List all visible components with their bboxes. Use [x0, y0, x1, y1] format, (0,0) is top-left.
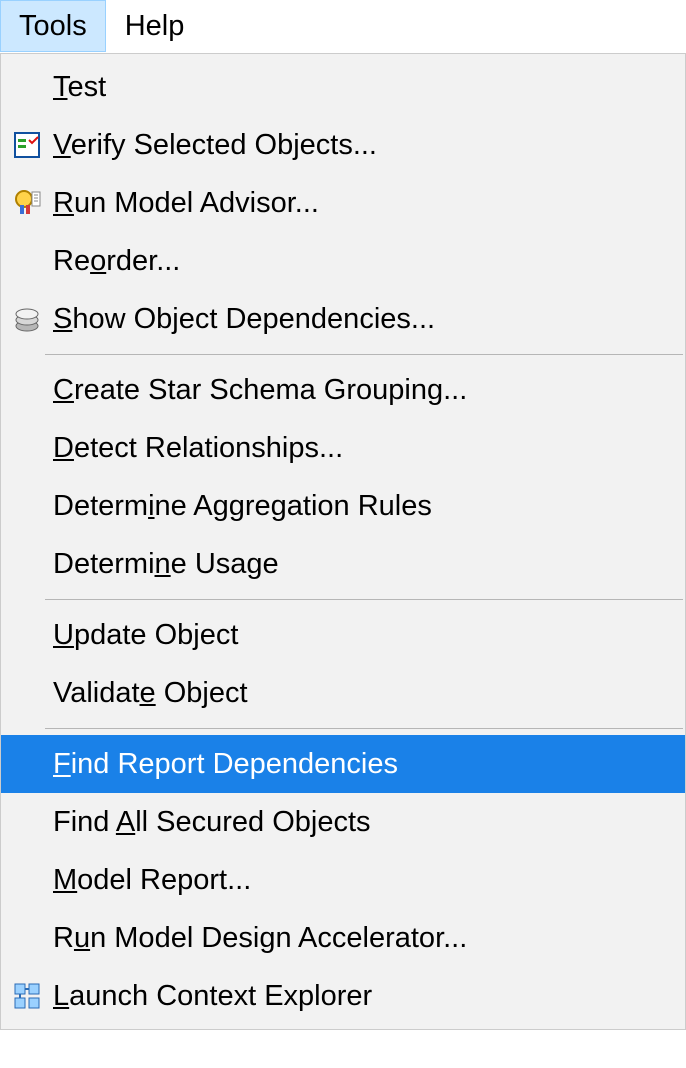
- menu-item-label: Model Report...: [47, 864, 251, 897]
- menu-item-label: Update Object: [47, 619, 238, 652]
- menu-item-showdep[interactable]: Show Object Dependencies...: [1, 290, 685, 348]
- menubar-item-help[interactable]: Help: [106, 0, 204, 52]
- menu-item-label: Run Model Design Accelerator...: [47, 922, 467, 955]
- menu-item-verify[interactable]: Verify Selected Objects...: [1, 116, 685, 174]
- menu-item-launchctx[interactable]: Launch Context Explorer: [1, 967, 685, 1025]
- menu-item-modelrep[interactable]: Model Report...: [1, 851, 685, 909]
- menubar-item-label: Tools: [19, 10, 87, 43]
- tools-dropdown-menu: Test Verify Selected Objects... Run Mode…: [0, 53, 686, 1030]
- menubar-item-label: Help: [125, 10, 185, 43]
- menu-item-rundesign[interactable]: Run Model Design Accelerator...: [1, 909, 685, 967]
- advisor-icon: [7, 188, 47, 218]
- menu-item-valobj[interactable]: Validate Object: [1, 664, 685, 722]
- menubar: Tools Help: [0, 0, 686, 53]
- menu-item-label: Validate Object: [47, 677, 248, 710]
- menu-item-test[interactable]: Test: [1, 58, 685, 116]
- menu-item-detusage[interactable]: Determine Usage: [1, 535, 685, 593]
- menu-item-detagg[interactable]: Determine Aggregation Rules: [1, 477, 685, 535]
- menu-separator: [45, 599, 683, 600]
- menu-item-label: Show Object Dependencies...: [47, 303, 435, 336]
- menu-item-label: Verify Selected Objects...: [47, 129, 377, 162]
- context-icon: [7, 981, 47, 1011]
- menu-item-label: Test: [47, 71, 106, 104]
- menu-item-updobj[interactable]: Update Object: [1, 606, 685, 664]
- menu-item-label: Detect Relationships...: [47, 432, 343, 465]
- menu-item-label: Reorder...: [47, 245, 180, 278]
- menu-item-detectrel[interactable]: Detect Relationships...: [1, 419, 685, 477]
- menu-item-starschema[interactable]: Create Star Schema Grouping...: [1, 361, 685, 419]
- menubar-item-tools[interactable]: Tools: [0, 0, 106, 52]
- menu-item-findrep[interactable]: Find Report Dependencies: [1, 735, 685, 793]
- menu-item-label: Find Report Dependencies: [47, 748, 398, 781]
- menu-item-reorder[interactable]: Reorder...: [1, 232, 685, 290]
- menu-item-runadvisor[interactable]: Run Model Advisor...: [1, 174, 685, 232]
- menu-item-label: Find All Secured Objects: [47, 806, 371, 839]
- menu-item-label: Determine Usage: [47, 548, 279, 581]
- menu-separator: [45, 354, 683, 355]
- menu-item-label: Launch Context Explorer: [47, 980, 372, 1013]
- menu-item-findall[interactable]: Find All Secured Objects: [1, 793, 685, 851]
- menu-separator: [45, 728, 683, 729]
- verify-icon: [7, 130, 47, 160]
- menu-item-label: Run Model Advisor...: [47, 187, 319, 220]
- layers-icon: [7, 304, 47, 334]
- menu-item-label: Determine Aggregation Rules: [47, 490, 432, 523]
- menu-item-label: Create Star Schema Grouping...: [47, 374, 467, 407]
